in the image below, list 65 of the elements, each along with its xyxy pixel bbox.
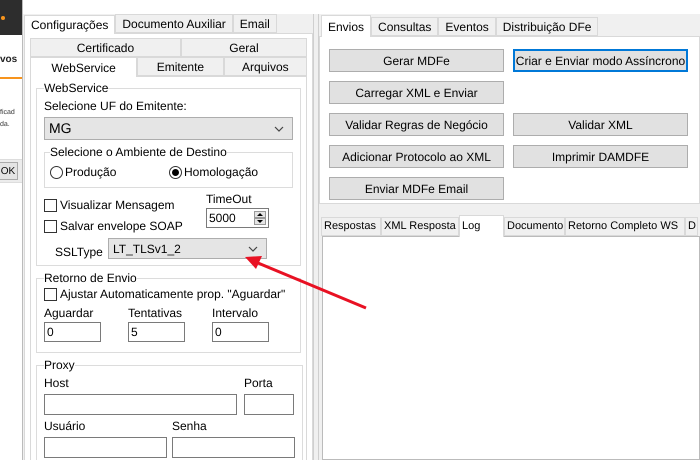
checkbox-label: Ajustar Automaticamente prop. "Aguardar" xyxy=(60,286,286,303)
field-label: Tentativas xyxy=(128,305,184,322)
field-label: SSLType xyxy=(55,244,104,261)
radio-label: Homologação xyxy=(184,164,258,181)
field-label: TimeOut xyxy=(206,191,253,208)
tab[interactable]: WebService xyxy=(30,57,138,77)
partial-text: vos xyxy=(0,54,18,65)
action-button[interactable]: Adicionar Protocolo ao XML xyxy=(329,145,504,168)
tab[interactable]: Consultas xyxy=(371,17,438,36)
tab[interactable]: Retorno Completo WS xyxy=(565,217,685,236)
tab[interactable]: Distribuição DFe xyxy=(496,17,598,36)
chevron-down-icon xyxy=(274,126,284,132)
action-button[interactable]: Enviar MDFe Email xyxy=(329,177,504,200)
tab[interactable]: Certificado xyxy=(30,38,181,57)
radio-button[interactable] xyxy=(169,166,182,178)
tab[interactable]: Emitente xyxy=(137,57,224,76)
tab[interactable]: Envios xyxy=(321,15,372,37)
checkbox[interactable] xyxy=(44,198,57,212)
group-label: WebService xyxy=(44,81,108,95)
field-label: Usuário xyxy=(44,418,86,435)
group-label: Proxy xyxy=(44,358,75,372)
input-field[interactable] xyxy=(44,437,167,458)
checkbox-label: Salvar envelope SOAP xyxy=(60,218,183,235)
tab[interactable]: Respostas xyxy=(321,217,381,236)
tab[interactable]: D xyxy=(685,217,698,236)
tab[interactable]: XML Resposta xyxy=(381,217,459,236)
field-label: Host xyxy=(44,375,70,392)
tab[interactable]: Arquivos xyxy=(224,57,307,76)
input-field[interactable] xyxy=(44,394,237,415)
field-label: Senha xyxy=(172,418,208,435)
input-field[interactable] xyxy=(244,394,294,415)
input-field[interactable]: 5 xyxy=(128,322,185,342)
group-label: Selecione o Ambiente de Destino xyxy=(50,145,227,159)
action-button[interactable]: Validar XML xyxy=(513,113,688,136)
checkbox-label: Visualizar Mensagem xyxy=(60,197,174,214)
group-label: Retorno de Envio xyxy=(44,271,137,285)
action-button[interactable]: Gerar MDFe xyxy=(329,49,504,72)
ok-button[interactable]: OK xyxy=(0,162,18,180)
field-label: Porta xyxy=(244,375,274,392)
input-field[interactable]: 0 xyxy=(212,322,269,342)
input-field[interactable]: 0 xyxy=(44,322,101,342)
checkbox[interactable] xyxy=(44,288,57,300)
field-label: Intervalo xyxy=(212,305,260,322)
tab[interactable]: Documento Auxiliar xyxy=(115,14,233,33)
tab[interactable]: Documento xyxy=(504,217,565,236)
action-button[interactable]: Imprimir DAMDFE xyxy=(513,145,688,168)
tab[interactable]: Log xyxy=(459,215,504,237)
dropdown[interactable]: MG xyxy=(44,117,293,140)
dropdown[interactable]: LT_TLSv1_2 xyxy=(108,238,267,259)
action-button[interactable]: Validar Regras de Negócio xyxy=(329,113,504,136)
tab[interactable]: Email xyxy=(232,14,277,33)
spin-arrows-icon[interactable] xyxy=(254,211,266,225)
tab[interactable]: Eventos xyxy=(438,17,496,36)
action-button[interactable]: Carregar XML e Enviar xyxy=(329,81,504,104)
chevron-down-icon xyxy=(248,246,258,252)
spin-field[interactable]: 5000 xyxy=(206,208,269,228)
input-field[interactable] xyxy=(172,437,295,458)
field-label: Selecione UF do Emitente: xyxy=(44,98,188,115)
field-label: Aguardar xyxy=(44,305,94,322)
tab[interactable]: Configurações xyxy=(24,15,116,34)
radio-label: Produção xyxy=(65,164,116,181)
action-button[interactable]: Criar e Enviar modo Assíncrono xyxy=(513,49,688,72)
checkbox[interactable] xyxy=(44,220,57,232)
radio-button[interactable] xyxy=(50,166,63,178)
tab[interactable]: Geral xyxy=(180,38,307,57)
